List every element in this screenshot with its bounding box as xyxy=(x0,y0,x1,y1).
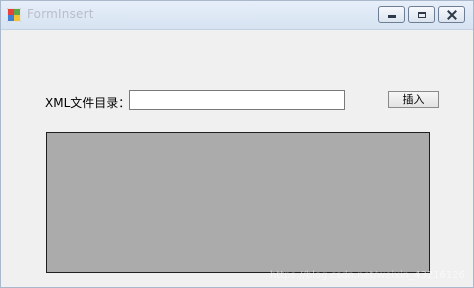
maximize-icon xyxy=(417,11,426,18)
data-grid-view[interactable] xyxy=(46,132,430,273)
xml-path-label: XML文件目录： xyxy=(45,96,131,110)
window-title: FormInsert xyxy=(27,7,94,21)
close-button[interactable] xyxy=(438,6,465,23)
minimize-button[interactable] xyxy=(378,6,405,23)
app-icon xyxy=(7,8,21,22)
maximize-button[interactable] xyxy=(408,6,435,23)
insert-button[interactable]: 插入 xyxy=(388,91,439,108)
close-icon xyxy=(447,10,457,20)
minimize-icon xyxy=(387,15,396,18)
form-insert-window: FormInsert XML文件目录： 插入 https://blog.csdn… xyxy=(0,0,474,288)
watermark: https://blog.csdn.net/weixin_43216126 xyxy=(269,270,465,281)
title-bar[interactable]: FormInsert xyxy=(1,1,473,30)
xml-path-input[interactable] xyxy=(129,90,345,110)
